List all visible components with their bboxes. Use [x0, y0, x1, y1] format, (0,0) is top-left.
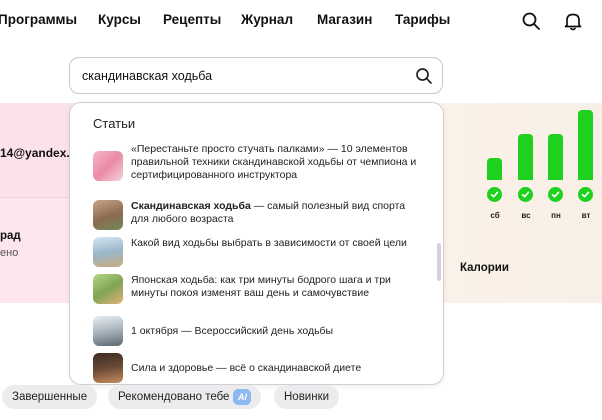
result-text: 1 октября — Всероссийский день ходьбы	[131, 325, 334, 337]
article-thumbnail	[93, 151, 123, 181]
search-icon[interactable]	[414, 66, 434, 86]
result-text: Какой вид ходьбы выбрать в зависимости о…	[131, 237, 407, 249]
reward-card-title: рад	[0, 230, 21, 242]
article-thumbnail	[93, 353, 123, 383]
check-icon	[578, 187, 593, 202]
result-text: Сила и здоровье — всё о скандинавской ди…	[131, 362, 362, 374]
nav-recipes[interactable]: Рецепты	[163, 12, 221, 27]
search-input[interactable]	[82, 66, 402, 86]
activity-bar-вс	[518, 134, 533, 180]
result-item[interactable]: «Перестаньте просто стучать палками» — 1…	[93, 143, 423, 191]
top-nav: Программы Курсы Рецепты Журнал Магазин Т…	[0, 0, 602, 44]
ai-badge: AI	[233, 388, 252, 405]
result-text: «Перестаньте просто стучать палками» — 1…	[131, 143, 417, 181]
nav-tariffs[interactable]: Тарифы	[395, 12, 450, 27]
day-label: вт	[581, 211, 591, 220]
nav-programs[interactable]: Программы	[0, 12, 77, 27]
day-label: пн	[551, 211, 561, 220]
calories-label: Калории	[460, 262, 509, 274]
article-thumbnail	[93, 237, 123, 267]
activity-bar-вт	[578, 110, 593, 180]
result-item[interactable]: Скандинавская ходьба — самый полезный ви…	[93, 200, 423, 230]
reward-card-subtitle: ено	[0, 247, 19, 259]
nav-courses[interactable]: Курсы	[98, 12, 141, 27]
check-icon	[487, 187, 502, 202]
activity-bar-сб	[487, 158, 502, 180]
nav-shop[interactable]: Магазин	[317, 12, 372, 27]
chip-recommended-label: Рекомендовано тебе	[118, 391, 230, 403]
scrollbar[interactable]	[437, 243, 441, 281]
article-thumbnail	[93, 316, 123, 346]
chip-recommended[interactable]: Рекомендовано тебе AI	[108, 385, 262, 409]
chip-new[interactable]: Новинки	[274, 385, 340, 409]
search-icon[interactable]	[520, 10, 542, 32]
result-item[interactable]: Сила и здоровье — всё о скандинавской ди…	[93, 353, 423, 383]
result-text: Скандинавская ходьба — самый полезный ви…	[131, 200, 406, 225]
day-label: сб	[490, 211, 500, 220]
nav-journal[interactable]: Журнал	[241, 12, 293, 27]
result-item[interactable]: Какой вид ходьбы выбрать в зависимости о…	[93, 237, 423, 267]
result-item[interactable]: Японская ходьба: как три минуты бодрого …	[93, 274, 423, 314]
article-thumbnail	[93, 200, 123, 230]
section-title: Статьи	[93, 116, 136, 131]
article-thumbnail	[93, 274, 123, 304]
result-text: Японская ходьба: как три минуты бодрого …	[131, 274, 391, 299]
search-suggestions: Статьи «Перестаньте просто стучать палка…	[69, 102, 444, 385]
check-icon	[518, 187, 533, 202]
activity-bar-пн	[548, 134, 563, 180]
check-icon	[548, 187, 563, 202]
bell-icon[interactable]	[562, 10, 584, 32]
day-label: вс	[521, 211, 531, 220]
chip-completed[interactable]: Завершенные	[2, 385, 98, 409]
search-box[interactable]	[69, 57, 443, 94]
result-item[interactable]: 1 октября — Всероссийский день ходьбы	[93, 316, 423, 346]
